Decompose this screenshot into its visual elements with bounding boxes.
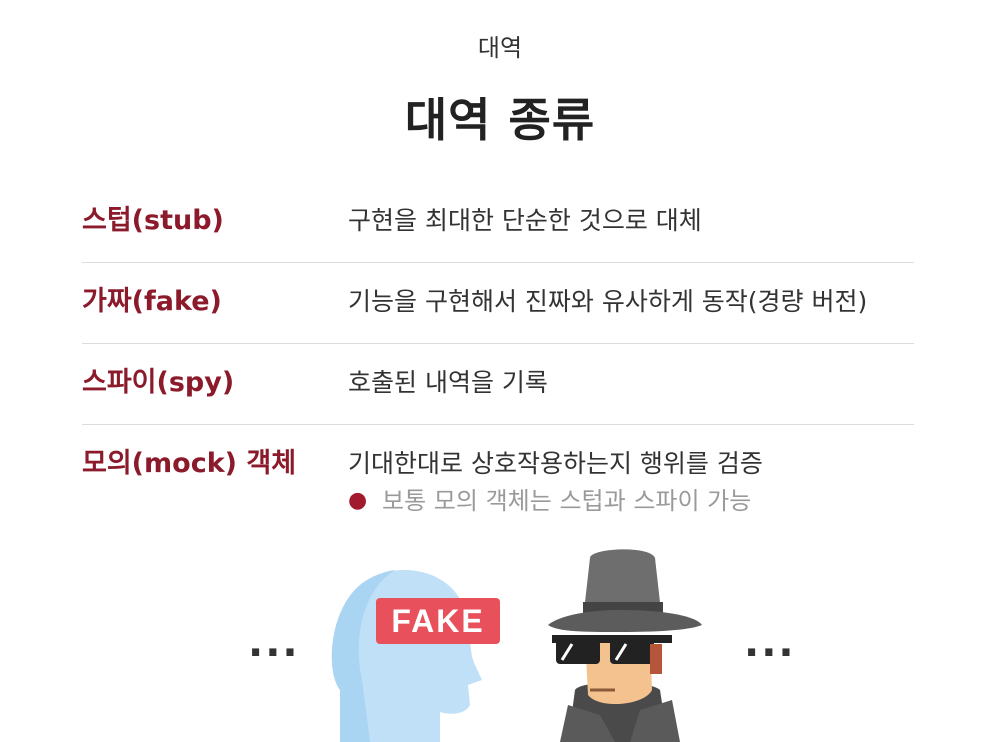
- term-spy: 스파이(spy): [82, 367, 235, 398]
- svg-text:FAKE: FAKE: [391, 603, 484, 639]
- fake-head-icon: [331, 570, 482, 742]
- table-row: 스파이(spy) 호출된 내역을 기록: [82, 344, 914, 425]
- spy-icon: [548, 549, 702, 742]
- term-fake: 가짜(fake): [82, 286, 222, 317]
- desc-stub: 구현을 최대한 단순한 것으로 대체: [348, 206, 702, 235]
- desc-fake: 기능을 구현해서 진짜와 유사하게 동작(경량 버전): [348, 287, 868, 316]
- right-ellipsis: ...: [744, 620, 796, 666]
- illustration: FAKE: [331, 549, 702, 742]
- bullet-item: ● 보통 모의 객체는 스텁과 스파이 가능: [348, 485, 763, 517]
- table-row: 스텁(stub) 구현을 최대한 단순한 것으로 대체: [82, 182, 914, 263]
- fake-badge: FAKE: [376, 598, 500, 644]
- left-ellipsis: ...: [248, 620, 300, 666]
- bullet-text: 보통 모의 객체는 스텁과 스파이 가능: [382, 487, 752, 515]
- term-stub: 스텁(stub): [82, 205, 224, 236]
- desc-mock: 기대한대로 상호작용하는지 행위를 검증: [348, 449, 763, 478]
- section-subtitle: 대역: [477, 34, 523, 62]
- table-row: 가짜(fake) 기능을 구현해서 진짜와 유사하게 동작(경량 버전): [82, 263, 914, 344]
- term-mock: 모의(mock) 객체: [82, 448, 297, 479]
- table-row: 모의(mock) 객체 기대한대로 상호작용하는지 행위를 검증 ● 보통 모의…: [82, 425, 914, 517]
- desc-spy: 호출된 내역을 기록: [348, 368, 548, 397]
- test-double-table: 스텁(stub) 구현을 최대한 단순한 것으로 대체 가짜(fake) 기능을…: [82, 182, 914, 517]
- desc-mock-group: 기대한대로 상호작용하는지 행위를 검증 ● 보통 모의 객체는 스텁과 스파이…: [348, 447, 763, 517]
- page-title: 대역 종류: [404, 93, 596, 147]
- bullet-dot-icon: ●: [348, 488, 368, 513]
